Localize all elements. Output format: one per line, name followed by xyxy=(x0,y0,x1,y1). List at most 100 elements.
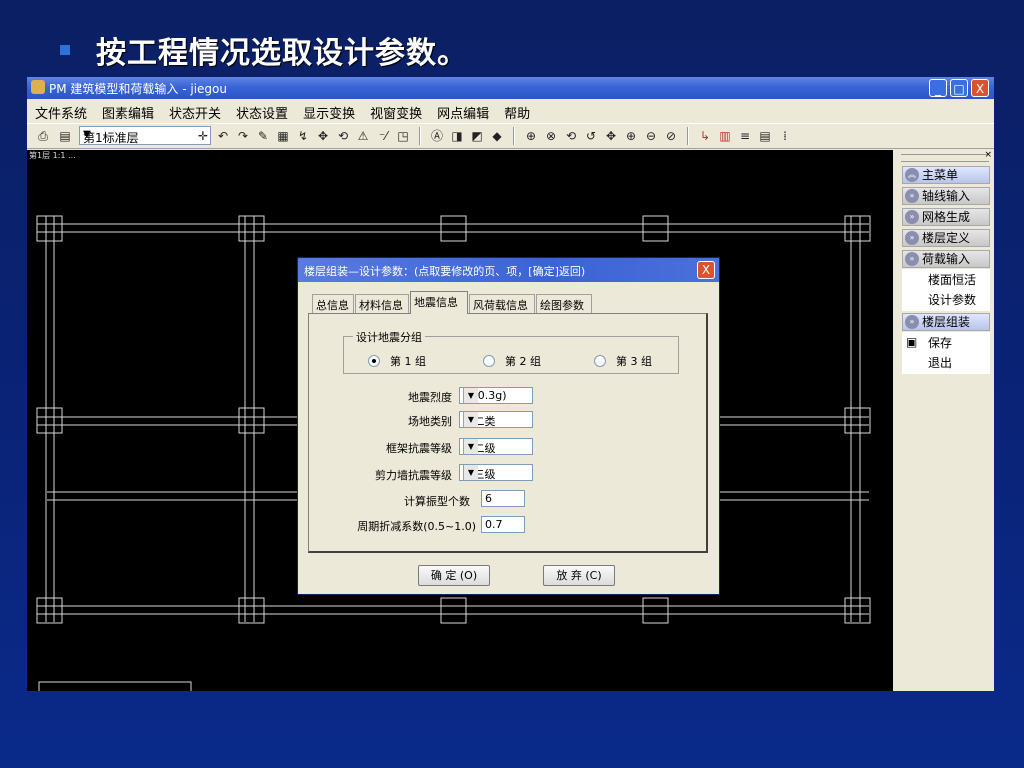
layer-select[interactable]: 第1标准层 ▼ xyxy=(79,126,211,145)
menu-file[interactable]: 文件系统 xyxy=(27,100,94,122)
dimension-icon[interactable]: ↳ xyxy=(697,128,713,144)
menu-display-transform[interactable]: 显示变换 xyxy=(295,100,362,122)
cancel-button[interactable]: 放 弃 (C) xyxy=(543,565,615,586)
menu-load-input-label: 荷载输入 xyxy=(922,252,971,266)
chevron-down-icon: ▼ xyxy=(463,465,478,480)
move-icon[interactable]: ✥ xyxy=(315,128,331,144)
pencil-icon[interactable]: ✎ xyxy=(255,128,271,144)
submenu-exit[interactable]: 退出 xyxy=(928,354,952,371)
undo-icon[interactable]: ↶ xyxy=(215,128,231,144)
chevron-right-icon: » xyxy=(905,315,919,329)
offset-icon[interactable]: ⁻⁄ xyxy=(375,128,391,144)
dialog-title: 楼层组装—设计参数：(点取要修改的页、项，[确定]返回) xyxy=(304,265,586,278)
slide-title: 按工程情况选取设计参数。 xyxy=(60,30,468,71)
ruler-icon[interactable]: ⁞ xyxy=(777,128,793,144)
select-shearwall-seismic-grade[interactable]: 3 三级 ▼ xyxy=(459,464,533,481)
menu-view-transform[interactable]: 视窗变换 xyxy=(362,100,429,122)
warning-icon[interactable]: ⚠ xyxy=(355,128,371,144)
chevron-right-icon: » xyxy=(905,189,919,203)
menu-load-input[interactable]: » 荷载输入 xyxy=(902,250,990,268)
radio-group-3[interactable]: 第 3 组 xyxy=(594,353,652,368)
print-icon[interactable]: ⎙ xyxy=(35,128,51,144)
zoom-out-icon[interactable]: ⊖ xyxy=(643,128,659,144)
label-mode-count: 计算振型个数 xyxy=(404,495,470,508)
save-icon: ▣ xyxy=(906,335,918,349)
slide-title-text: 按工程情况选取设计参数。 xyxy=(96,36,468,71)
label-frame-seismic-grade: 框架抗震等级 xyxy=(386,442,452,455)
zoom-in-icon[interactable]: ⊕ xyxy=(623,128,639,144)
panel-close-icon[interactable]: × xyxy=(984,150,992,160)
close-button[interactable]: X xyxy=(971,79,989,97)
chevron-up-icon: ︽ xyxy=(905,168,919,182)
zoom-all-icon[interactable]: ⊗ xyxy=(543,128,559,144)
radio-dot xyxy=(594,355,606,367)
label-seismic-intensity: 地震烈度 xyxy=(408,391,452,404)
properties-icon[interactable]: ▤ xyxy=(757,128,773,144)
submenu-floor-dead-live[interactable]: 楼面恒活 xyxy=(928,271,976,288)
panel-grip xyxy=(901,154,989,162)
submenu-design-params[interactable]: 设计参数 xyxy=(928,291,976,308)
input-mode-count[interactable]: 6 xyxy=(481,490,525,507)
chevron-down-icon: ▼ xyxy=(463,412,478,427)
menu-element-edit[interactable]: 图素编辑 xyxy=(94,100,161,122)
box-3d-alt-icon[interactable]: ◩ xyxy=(469,128,485,144)
tab-seismic[interactable]: 地震信息 xyxy=(410,291,468,314)
submenu-save[interactable]: 保存 xyxy=(928,334,952,351)
chevron-right-icon: » xyxy=(905,231,919,245)
chevron-down-icon: ▼ xyxy=(463,439,478,454)
rotate-icon[interactable]: ⟲ xyxy=(335,128,351,144)
chevron-down-icon: ▼ xyxy=(83,129,91,140)
input-mode-count-value: 6 xyxy=(485,492,492,505)
design-params-dialog: 楼层组装—设计参数：(点取要修改的页、项，[确定]返回) X 总信息 材料信息 … xyxy=(297,257,720,595)
snap-icon[interactable]: ↯ xyxy=(295,128,311,144)
zoom-previous-icon[interactable]: ↺ xyxy=(583,128,599,144)
zoom-extents-icon[interactable]: ⊘ xyxy=(663,128,679,144)
tab-material[interactable]: 材料信息 xyxy=(355,294,409,313)
select-frame-seismic-grade[interactable]: 2 二级 ▼ xyxy=(459,438,533,455)
toolbar-separator xyxy=(419,127,421,145)
grid-icon[interactable]: ▦ xyxy=(275,128,291,144)
redraw-icon[interactable]: ⟲ xyxy=(563,128,579,144)
tab-drawing-params[interactable]: 绘图参数 xyxy=(536,294,592,313)
pan-icon[interactable]: ✥ xyxy=(603,128,619,144)
menu-floor-assembly-label: 楼层组装 xyxy=(922,315,971,329)
select-site-category[interactable]: 2 二类 ▼ xyxy=(459,411,533,428)
menu-floor-define-label: 楼层定义 xyxy=(922,231,971,245)
table-icon[interactable]: ▥ xyxy=(717,128,733,144)
redo-icon[interactable]: ↷ xyxy=(235,128,251,144)
zoom-window-icon[interactable]: ⊕ xyxy=(523,128,539,144)
menu-main[interactable]: ︽ 主菜单 xyxy=(902,166,990,184)
menu-state-settings[interactable]: 状态设置 xyxy=(228,100,295,122)
select-seismic-intensity[interactable]: 8 (0.3g) ▼ xyxy=(459,387,533,404)
minimize-button[interactable]: _ xyxy=(929,79,947,97)
render-icon[interactable]: ◆ xyxy=(489,128,505,144)
toolbar-separator xyxy=(513,127,515,145)
tab-general[interactable]: 总信息 xyxy=(312,294,354,313)
seismic-group-title: 设计地震分组 xyxy=(353,329,425,345)
dialog-titlebar[interactable]: 楼层组装—设计参数：(点取要修改的页、项，[确定]返回) X xyxy=(298,258,719,282)
menu-node-edit[interactable]: 网点编辑 xyxy=(429,100,496,122)
bullet-icon xyxy=(60,45,70,55)
input-period-reduction[interactable]: 0.7 xyxy=(481,516,525,533)
maximize-button[interactable]: □ xyxy=(950,79,968,97)
radio-group-2[interactable]: 第 2 组 xyxy=(483,353,541,368)
menu-help[interactable]: 帮助 xyxy=(496,100,537,122)
menu-grid-generate[interactable]: » 网格生成 xyxy=(902,208,990,226)
label-shearwall-seismic-grade: 剪力墙抗震等级 xyxy=(375,469,452,482)
save-icon[interactable]: ▤ xyxy=(57,128,73,144)
box-3d-icon[interactable]: ◨ xyxy=(449,128,465,144)
radio-group-1[interactable]: 第 1 组 xyxy=(368,353,426,368)
menu-axis-input[interactable]: » 轴线输入 xyxy=(902,187,990,205)
tab-wind-load[interactable]: 风荷载信息 xyxy=(469,294,535,313)
dialog-close-button[interactable]: X xyxy=(697,261,715,279)
copy-icon[interactable]: ◳ xyxy=(395,128,411,144)
menu-floor-define[interactable]: » 楼层定义 xyxy=(902,229,990,247)
layers-icon[interactable]: ≡ xyxy=(737,128,753,144)
crosshair-icon[interactable]: ✛ xyxy=(195,128,211,144)
menu-floor-assembly[interactable]: » 楼层组装 xyxy=(902,313,990,331)
axis-icon[interactable]: Ⓐ xyxy=(429,128,445,144)
menu-state-switch[interactable]: 状态开关 xyxy=(161,100,228,122)
ok-button[interactable]: 确 定 (O) xyxy=(418,565,490,586)
window-titlebar[interactable]: PM 建筑模型和荷载输入 - jiegou _ □ X xyxy=(27,77,994,99)
menubar: 文件系统 图素编辑 状态开关 状态设置 显示变换 视窗变换 网点编辑 帮助 xyxy=(27,100,994,122)
